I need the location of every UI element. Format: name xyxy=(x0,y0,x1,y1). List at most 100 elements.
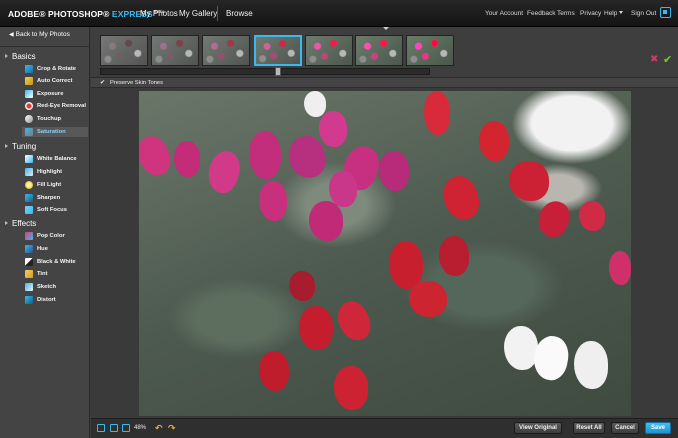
sharpen-icon xyxy=(25,194,33,202)
actual-size-icon[interactable] xyxy=(110,424,118,432)
tool-label: Red-Eye Removal xyxy=(37,103,86,109)
photo-canvas[interactable] xyxy=(139,91,631,416)
zoom-icon[interactable] xyxy=(122,424,130,432)
flower-petal xyxy=(334,366,368,410)
tool-sharpen[interactable]: Sharpen xyxy=(25,193,60,203)
fullscreen-icon[interactable] xyxy=(660,7,671,18)
flower-petal xyxy=(389,241,423,289)
tool-label: Soft Focus xyxy=(37,207,67,213)
flower-petal xyxy=(609,251,631,285)
section-effects[interactable]: Effects xyxy=(5,219,36,228)
check-icon[interactable]: ✔ xyxy=(663,53,672,66)
tool-touchup[interactable]: Touchup xyxy=(25,114,61,124)
flower-petal xyxy=(333,297,375,345)
chevron-right-icon xyxy=(5,220,8,225)
variation-slider-track[interactable] xyxy=(100,68,430,75)
variation-thumbnail-2[interactable] xyxy=(151,35,199,66)
tool-sketch[interactable]: Sketch xyxy=(25,282,56,292)
tool-label: Auto Correct xyxy=(37,78,73,84)
view-original-button[interactable]: View Original xyxy=(514,422,562,434)
variation-thumbnail-4[interactable] xyxy=(254,35,302,66)
flower-petal xyxy=(174,141,200,177)
nav-my-photos[interactable]: My Photos xyxy=(140,9,178,18)
nav-terms[interactable]: Terms xyxy=(557,10,575,17)
flower-petal xyxy=(289,271,315,301)
variation-thumbnail-7[interactable] xyxy=(406,35,454,66)
tool-highlight[interactable]: Highlight xyxy=(25,167,62,177)
nav-sign-out[interactable]: Sign Out xyxy=(631,10,656,17)
flower-petal xyxy=(379,151,409,191)
variation-thumbnail-5[interactable] xyxy=(305,35,353,66)
collapse-strip-icon[interactable] xyxy=(383,27,389,30)
tool-fill-light[interactable]: Fill Light xyxy=(25,180,61,190)
nav-my-gallery[interactable]: My Gallery xyxy=(179,9,217,18)
sidebar-divider xyxy=(0,46,90,47)
tool-soft-focus[interactable]: Soft Focus xyxy=(25,205,67,215)
nav-privacy[interactable]: Privacy xyxy=(580,10,601,17)
tool-auto-correct[interactable]: Auto Correct xyxy=(25,76,72,86)
arrow-left-icon: ◀ xyxy=(9,32,14,38)
back-to-my-photos-link[interactable]: ◀ Back to My Photos xyxy=(9,31,70,38)
nav-your-account[interactable]: Your Account xyxy=(485,10,523,17)
distort-icon xyxy=(25,296,33,304)
tool-pop-color[interactable]: Pop Color xyxy=(25,231,65,241)
flower-petal xyxy=(299,306,333,350)
eye-icon xyxy=(25,102,33,110)
soft-focus-icon xyxy=(25,206,33,214)
tool-crop-rotate[interactable]: Crop & Rotate xyxy=(25,64,76,74)
flower-petal xyxy=(532,196,576,242)
close-icon[interactable]: ✖ xyxy=(650,54,658,65)
section-title: Basics xyxy=(12,52,36,61)
variation-thumbnail-6[interactable] xyxy=(355,35,403,66)
flower-petal xyxy=(424,91,450,135)
tool-exposure[interactable]: Exposure xyxy=(25,89,63,99)
pop-color-icon xyxy=(25,232,33,240)
chevron-down-icon[interactable] xyxy=(619,11,623,14)
chevron-right-icon xyxy=(5,53,8,58)
section-tuning[interactable]: Tuning xyxy=(5,142,36,151)
flower-petal xyxy=(409,281,447,317)
tool-white-balance[interactable]: White Balance xyxy=(25,154,77,164)
tool-black-white[interactable]: Black & White xyxy=(25,257,76,267)
tool-red-eye-removal[interactable]: Red-Eye Removal xyxy=(25,101,86,111)
chevron-right-icon xyxy=(5,143,8,148)
light-bulb-icon xyxy=(25,181,33,189)
flower-petal xyxy=(304,91,326,117)
flower-petal xyxy=(319,111,347,147)
tool-saturation[interactable]: Saturation xyxy=(25,127,66,137)
flower-petal xyxy=(504,326,538,370)
tool-label: Exposure xyxy=(37,91,64,97)
cancel-button[interactable]: Cancel xyxy=(611,422,639,434)
reset-all-button[interactable]: Reset All xyxy=(573,422,605,434)
white-balance-icon xyxy=(25,155,33,163)
tool-label: Sharpen xyxy=(37,195,61,201)
crop-icon xyxy=(25,65,33,73)
hand-icon xyxy=(25,115,33,123)
tool-tint[interactable]: Tint xyxy=(25,269,48,279)
nav-feedback[interactable]: Feedback xyxy=(527,10,556,17)
nav-browse[interactable]: Browse xyxy=(226,9,253,18)
tool-hue[interactable]: Hue xyxy=(25,244,48,254)
redo-icon[interactable]: ↷ xyxy=(168,423,176,434)
section-title: Tuning xyxy=(12,142,37,151)
variation-thumbnail-3[interactable] xyxy=(202,35,250,66)
section-basics[interactable]: Basics xyxy=(5,52,36,61)
top-bar: ADOBE® PHOTOSHOP® EXPRESSBETA My Photos … xyxy=(0,0,678,27)
variation-thumbnail-1[interactable] xyxy=(100,35,148,66)
tool-label: Crop & Rotate xyxy=(37,66,76,72)
flower-petal xyxy=(204,147,244,197)
save-button[interactable]: Save xyxy=(645,422,671,434)
preserve-skin-tones-checkbox[interactable]: ✔ xyxy=(100,79,105,86)
tool-label: Tint xyxy=(37,271,48,277)
tool-distort[interactable]: Distort xyxy=(25,295,56,305)
tool-label: Hue xyxy=(37,246,48,252)
flower-petal xyxy=(579,201,605,231)
tool-label: Fill Light xyxy=(37,182,62,188)
variation-slider-handle[interactable] xyxy=(275,67,281,76)
flower-petal xyxy=(439,236,469,276)
tint-icon xyxy=(25,270,33,278)
flower-petal xyxy=(329,171,357,207)
nav-help[interactable]: Help xyxy=(604,10,617,17)
fit-screen-icon[interactable] xyxy=(97,424,105,432)
undo-icon[interactable]: ↶ xyxy=(155,423,163,434)
